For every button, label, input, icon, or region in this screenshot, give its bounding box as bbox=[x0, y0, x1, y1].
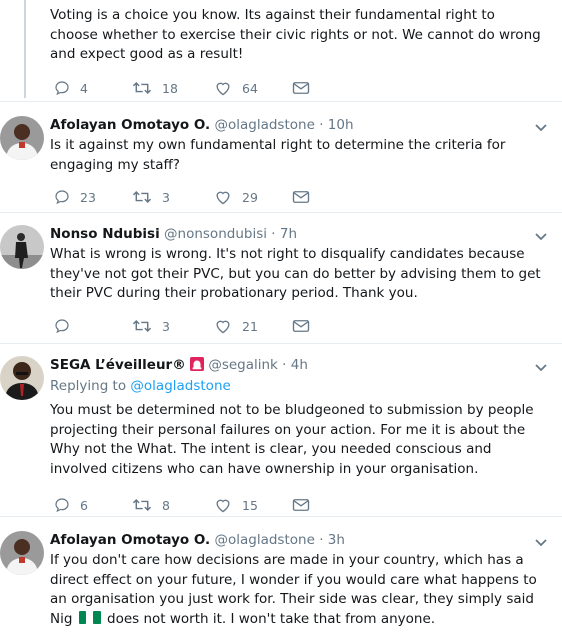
tweet-text: What is wrong is wrong. It's not right t… bbox=[50, 246, 541, 301]
tweet-text: If you don't care how decisions are made… bbox=[50, 551, 550, 629]
retweet-button[interactable]: 3 bbox=[132, 187, 170, 207]
author-name[interactable]: Afolayan Omotayo O. bbox=[50, 532, 210, 548]
reply-icon bbox=[55, 81, 69, 96]
retweet-count: 8 bbox=[162, 497, 170, 513]
replying-to-handle-link[interactable]: @olagladstone bbox=[130, 378, 230, 394]
reply-button[interactable]: 6 bbox=[54, 495, 88, 515]
heart-icon bbox=[216, 320, 230, 334]
replying-to: Replying to @olagladstone bbox=[50, 377, 550, 396]
reply-icon bbox=[55, 190, 69, 205]
retweet-button[interactable]: 8 bbox=[132, 495, 170, 515]
timestamp[interactable]: 10h bbox=[328, 117, 354, 133]
timestamp[interactable]: 3h bbox=[328, 532, 345, 548]
dot-separator: · bbox=[271, 226, 276, 242]
chevron-down-icon[interactable] bbox=[532, 118, 550, 136]
author-handle[interactable]: @olagladstone bbox=[214, 532, 314, 548]
like-button[interactable]: 29 bbox=[214, 187, 258, 207]
avatar[interactable] bbox=[0, 116, 44, 160]
dot-separator: · bbox=[282, 357, 287, 373]
retweet-icon bbox=[132, 81, 152, 95]
like-count: 64 bbox=[242, 80, 258, 96]
direct-message-button[interactable] bbox=[292, 316, 310, 336]
author-handle[interactable]: @olagladstone bbox=[214, 117, 314, 133]
envelope-icon bbox=[292, 499, 310, 511]
reply-button[interactable]: 23 bbox=[54, 187, 96, 207]
reply-icon bbox=[55, 498, 69, 513]
reply-button[interactable] bbox=[54, 316, 80, 336]
reply-icon bbox=[55, 319, 69, 334]
like-count: 15 bbox=[242, 497, 258, 513]
author-handle[interactable]: @segalink bbox=[208, 357, 278, 373]
envelope-icon bbox=[292, 82, 310, 94]
replying-to-label: Replying to bbox=[50, 378, 127, 394]
tweet[interactable]: Voting is a choice you know. Its against… bbox=[0, 0, 562, 101]
avatar[interactable] bbox=[0, 225, 44, 269]
tweet[interactable]: Afolayan Omotayo O. @olagladstone · 10h … bbox=[0, 102, 562, 212]
siren-emoji bbox=[190, 357, 205, 371]
author-name[interactable]: SEGA L’éveilleur® bbox=[50, 357, 186, 373]
timestamp[interactable]: 4h bbox=[291, 357, 308, 373]
author-handle[interactable]: @nonsondubisi bbox=[164, 226, 267, 242]
chevron-down-icon[interactable] bbox=[532, 358, 550, 376]
timestamp[interactable]: 7h bbox=[280, 226, 297, 242]
retweet-count: 3 bbox=[162, 318, 170, 334]
reply-button[interactable]: 4 bbox=[54, 78, 88, 98]
tweet[interactable]: SEGA L’éveilleur® @segalink · 4h Replyin… bbox=[0, 344, 562, 516]
tweet-text: Voting is a choice you know. Its against… bbox=[50, 7, 541, 62]
tweet[interactable]: Afolayan Omotayo O. @olagladstone · 3h I… bbox=[0, 517, 562, 632]
reply-count: 23 bbox=[80, 189, 96, 205]
tweet[interactable]: Nonso Ndubisi @nonsondubisi · 7h What is… bbox=[0, 213, 562, 343]
like-count: 29 bbox=[242, 189, 258, 205]
chevron-down-icon[interactable] bbox=[532, 227, 550, 245]
heart-icon bbox=[216, 499, 230, 513]
dot-separator: · bbox=[319, 532, 324, 548]
nigeria-flag-emoji bbox=[78, 610, 101, 624]
reply-count: 4 bbox=[80, 80, 88, 96]
retweet-count: 3 bbox=[162, 189, 170, 205]
like-button[interactable]: 64 bbox=[214, 78, 258, 98]
like-button[interactable]: 21 bbox=[214, 316, 258, 336]
reply-count: 6 bbox=[80, 497, 88, 513]
direct-message-button[interactable] bbox=[292, 495, 310, 515]
chevron-down-icon[interactable] bbox=[532, 533, 550, 551]
tweet-text: You must be determined not to be bludgeo… bbox=[50, 402, 534, 477]
direct-message-button[interactable] bbox=[292, 187, 310, 207]
avatar[interactable] bbox=[0, 531, 44, 575]
retweet-count: 18 bbox=[162, 80, 178, 96]
tweet-text: Is it against my own fundamental right t… bbox=[50, 137, 506, 173]
envelope-icon bbox=[292, 191, 310, 203]
dot-separator: · bbox=[319, 117, 324, 133]
heart-icon bbox=[216, 82, 230, 96]
retweet-icon bbox=[132, 498, 152, 512]
like-button[interactable]: 15 bbox=[214, 495, 258, 515]
retweet-icon bbox=[132, 190, 152, 204]
retweet-button[interactable]: 18 bbox=[132, 78, 178, 98]
like-count: 21 bbox=[242, 318, 258, 334]
heart-icon bbox=[216, 191, 230, 205]
retweet-icon bbox=[132, 319, 152, 333]
tweet-text-part: does not worth it. I won't take that fro… bbox=[107, 610, 436, 627]
retweet-button[interactable]: 3 bbox=[132, 316, 170, 336]
author-name[interactable]: Nonso Ndubisi bbox=[50, 226, 160, 242]
avatar[interactable] bbox=[0, 356, 44, 400]
author-name[interactable]: Afolayan Omotayo O. bbox=[50, 117, 210, 133]
direct-message-button[interactable] bbox=[292, 78, 310, 98]
envelope-icon bbox=[292, 320, 310, 332]
